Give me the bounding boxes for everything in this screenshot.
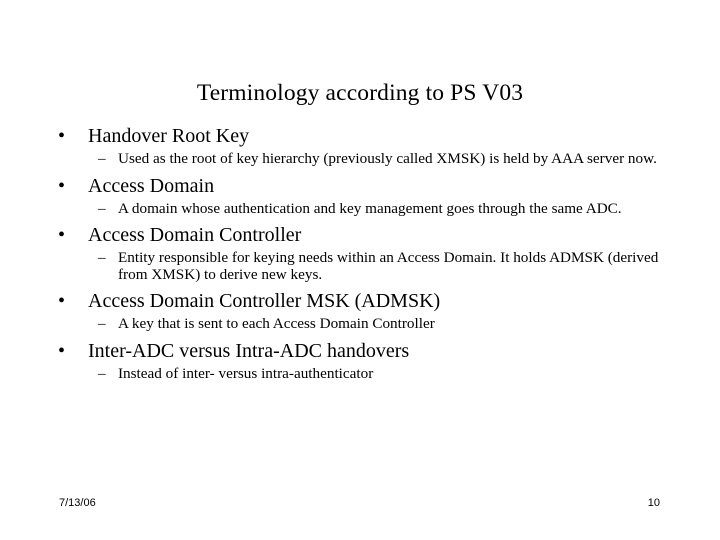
bullet-item-4: • Access Domain Controller MSK (ADMSK) bbox=[56, 289, 664, 314]
dash-marker-icon: – bbox=[98, 150, 106, 167]
sub-bullet-label-4-1: A key that is sent to each Access Domain… bbox=[118, 315, 435, 332]
bullet-label-4: Access Domain Controller MSK (ADMSK) bbox=[88, 290, 441, 312]
sub-bullet-label-3-1: Entity responsible for keying needs with… bbox=[118, 249, 659, 283]
sub-bullet-item-2-1: – A domain whose authentication and key … bbox=[98, 199, 664, 218]
page-title: Terminology according to PS V03 bbox=[196, 79, 524, 106]
bullet-item-5: • Inter-ADC versus Intra-ADC handovers bbox=[56, 339, 664, 364]
bullet-group: • Access Domain – A domain whose authent… bbox=[56, 174, 664, 218]
bullet-marker-icon: • bbox=[58, 174, 66, 197]
dash-marker-icon: – bbox=[98, 199, 106, 217]
footer-date: 7/13/06 bbox=[59, 497, 96, 509]
bullet-label-5: Inter-ADC versus Intra-ADC handovers bbox=[88, 339, 410, 362]
sub-bullet-label-2-1: A domain whose authentication and key ma… bbox=[118, 199, 622, 217]
bullet-item-2: • Access Domain bbox=[56, 174, 664, 199]
sub-bullet-item-4-1: – A key that is sent to each Access Doma… bbox=[98, 315, 664, 333]
dash-marker-icon: – bbox=[98, 315, 106, 332]
bullet-group: • Access Domain Controller MSK (ADMSK) –… bbox=[56, 289, 664, 333]
slide-body: • Handover Root Key – Used as the root o… bbox=[56, 124, 664, 382]
presentation-slide: Terminology according to PS V03 • Handov… bbox=[0, 0, 720, 540]
sub-bullet-label-5-1: Instead of inter- versus intra-authentic… bbox=[118, 364, 374, 382]
bullet-group: • Inter-ADC versus Intra-ADC handovers –… bbox=[56, 339, 664, 383]
bullet-item-1: • Handover Root Key bbox=[56, 124, 664, 149]
bullet-label-2: Access Domain bbox=[88, 174, 215, 197]
bullet-marker-icon: • bbox=[58, 290, 66, 312]
bullet-item-3: • Access Domain Controller bbox=[56, 223, 664, 248]
bullet-group: • Handover Root Key – Used as the root o… bbox=[56, 124, 664, 168]
sub-bullet-label-1-1: Used as the root of key hierarchy (previ… bbox=[118, 150, 657, 167]
bullet-group: • Access Domain Controller – Entity resp… bbox=[56, 223, 664, 283]
sub-bullet-item-1-1: – Used as the root of key hierarchy (pre… bbox=[98, 150, 664, 168]
bullet-marker-icon: • bbox=[58, 125, 66, 147]
bullet-marker-icon: • bbox=[58, 339, 66, 362]
dash-marker-icon: – bbox=[98, 249, 106, 266]
bullet-marker-icon: • bbox=[58, 224, 66, 246]
footer-page-number: 10 bbox=[647, 497, 660, 509]
bullet-label-3: Access Domain Controller bbox=[88, 224, 302, 246]
sub-bullet-item-3-1: – Entity responsible for keying needs wi… bbox=[98, 249, 664, 283]
dash-marker-icon: – bbox=[98, 364, 106, 382]
bullet-label-1: Handover Root Key bbox=[88, 125, 250, 147]
sub-bullet-item-5-1: – Instead of inter- versus intra-authent… bbox=[98, 364, 664, 383]
